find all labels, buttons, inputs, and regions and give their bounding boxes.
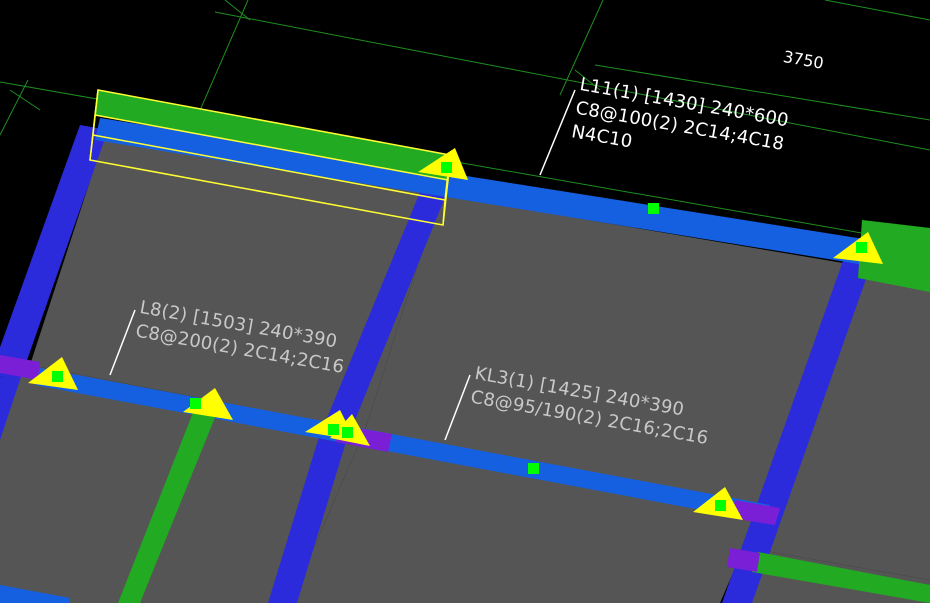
leader-l11 [539, 89, 576, 176]
grip-point-8[interactable] [528, 463, 539, 474]
grip-point-6[interactable] [328, 424, 339, 435]
cad-viewport[interactable]: 3750 L11(1) [1430] 240*600 C8@100(2) 2C1… [0, 0, 930, 603]
axis-line-g [0, 79, 29, 136]
grip-point-7[interactable] [342, 427, 353, 438]
grip-point-3[interactable] [856, 242, 867, 253]
grip-point-5[interactable] [190, 398, 201, 409]
grip-point-2[interactable] [648, 203, 659, 214]
axis-line-d [824, 0, 930, 21]
grip-point-1[interactable] [441, 162, 452, 173]
grip-point-4[interactable] [52, 371, 63, 382]
slab-panels [0, 135, 930, 603]
grip-point-9[interactable] [715, 500, 726, 511]
plan-canvas[interactable] [0, 0, 930, 603]
